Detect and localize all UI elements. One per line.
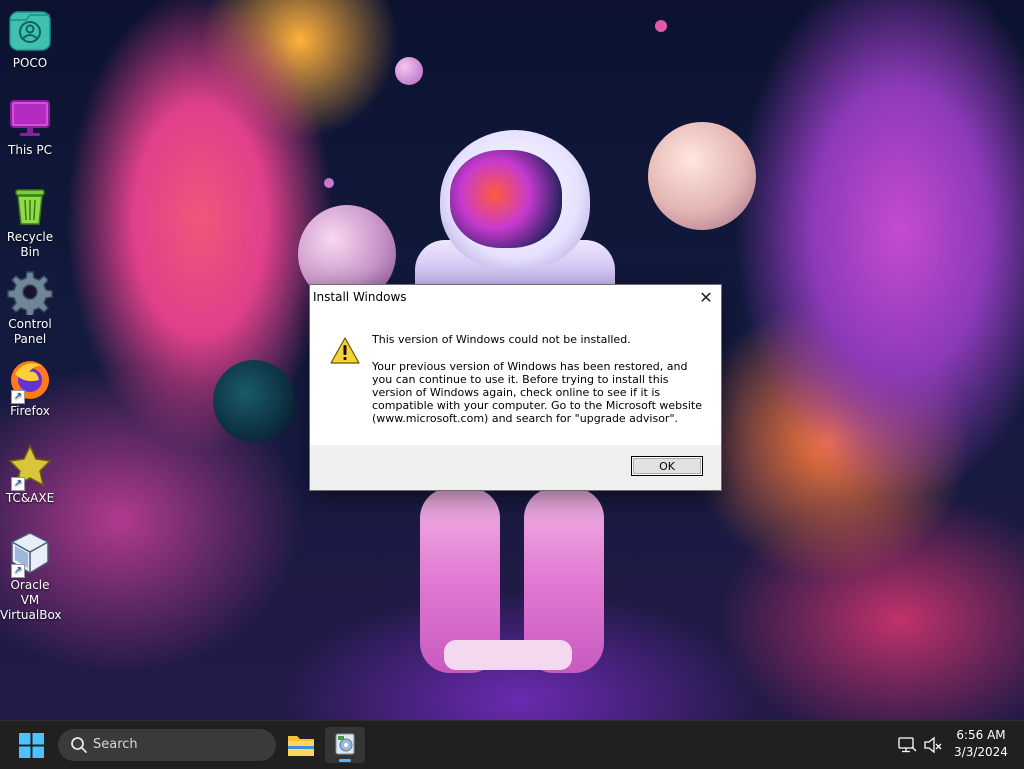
active-app-indicator [339, 759, 351, 762]
desktop-icon-label: Firefox [10, 404, 50, 418]
dialog-heading: This version of Windows could not be ins… [372, 333, 631, 346]
desktop-icon-label: Recycle Bin [6, 230, 54, 259]
file-explorer-icon[interactable] [281, 727, 321, 763]
desktop-icon-recycle-bin[interactable]: Recycle Bin [0, 176, 60, 260]
shortcut-arrow-icon: ↗ [11, 477, 25, 491]
planet [648, 122, 756, 230]
shortcut-arrow-icon: ↗ [11, 390, 25, 404]
close-icon[interactable]: ✕ [691, 285, 721, 311]
planet [213, 360, 295, 442]
desktop-icon-label: This PC [8, 143, 52, 157]
desktop-icon-label: Oracle VM VirtualBox [0, 578, 62, 622]
dialog-title-bar[interactable]: Install Windows ✕ [310, 285, 721, 311]
monitor-icon [7, 95, 53, 141]
astronaut-boot [498, 640, 572, 670]
warning-icon [330, 337, 360, 365]
gear-icon [7, 269, 53, 317]
dialog-message: Your previous version of Windows has bee… [372, 360, 702, 425]
astronaut-visor [450, 150, 562, 248]
windows-start-icon[interactable] [19, 733, 44, 758]
desktop-icon-firefox[interactable]: ↗ Firefox [0, 350, 60, 419]
desktop-icon-this-pc[interactable]: This PC [0, 89, 60, 158]
windows-setup-icon[interactable] [325, 727, 365, 763]
clock-date: 3/3/2024 [954, 745, 1008, 759]
desktop-icon-label: POCO [12, 56, 48, 70]
star-icon: ↗ [7, 443, 53, 491]
desktop-icon-control-panel[interactable]: Control Panel [0, 263, 60, 347]
desktop-icon-tc-axe[interactable]: ↗ TC&AXE [0, 437, 60, 506]
desktop-icon-poco[interactable]: POCO [0, 2, 60, 71]
shortcut-arrow-icon: ↗ [11, 564, 25, 578]
virtualbox-icon: ↗ [7, 530, 53, 578]
clock-time: 6:56 AM [956, 728, 1006, 742]
taskbar: Search 6:56 AM 3/3/2024 [0, 720, 1024, 769]
desktop-icon-label: TC&AXE [5, 491, 55, 505]
search-icon [70, 736, 88, 754]
user-folder-icon [7, 8, 53, 54]
recycle-bin-icon [7, 182, 53, 228]
system-clock[interactable]: 6:56 AM 3/3/2024 [950, 727, 1012, 761]
taskbar-search-box[interactable]: Search [58, 729, 276, 761]
desktop-icon-virtualbox[interactable]: ↗ Oracle VM VirtualBox [0, 524, 62, 623]
install-windows-dialog: Install Windows ✕ This version of Window… [309, 284, 722, 491]
search-placeholder: Search [93, 737, 138, 752]
desktop-icon-label: Control Panel [8, 317, 52, 346]
firefox-icon: ↗ [7, 356, 53, 404]
planet [324, 178, 334, 188]
dialog-body: This version of Windows could not be ins… [310, 311, 721, 445]
dialog-title: Install Windows [313, 290, 407, 304]
network-icon[interactable] [897, 735, 917, 755]
volume-muted-icon[interactable] [923, 735, 943, 755]
ok-button[interactable]: OK [631, 456, 703, 476]
planet [395, 57, 423, 85]
planet [655, 20, 667, 32]
